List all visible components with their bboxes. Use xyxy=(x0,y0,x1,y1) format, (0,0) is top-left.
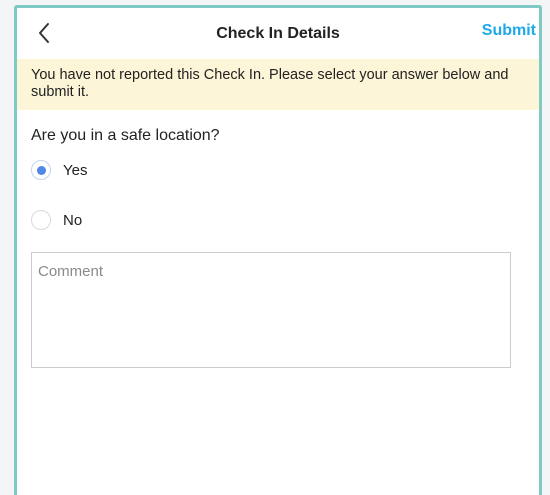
radio-option-yes[interactable]: Yes xyxy=(17,159,539,181)
radio-button-checked[interactable] xyxy=(31,160,51,180)
radio-label-no: No xyxy=(63,211,83,229)
navigation-bar: Check In Details Submit xyxy=(17,8,539,59)
question-text: Are you in a safe location? xyxy=(31,127,220,144)
submit-button[interactable]: Submit xyxy=(482,22,536,40)
device-frame: Check In Details Submit You have not rep… xyxy=(14,5,542,495)
radio-option-no[interactable]: No xyxy=(17,209,539,231)
radio-button-unchecked[interactable] xyxy=(31,210,51,230)
radio-label-yes: Yes xyxy=(63,161,88,179)
page-title: Check In Details xyxy=(216,24,340,42)
unreported-notice-banner: You have not reported this Check In. Ple… xyxy=(17,59,539,110)
comment-input[interactable] xyxy=(31,252,511,368)
back-button[interactable] xyxy=(29,18,59,48)
chevron-left-icon xyxy=(39,23,49,43)
radio-dot-icon xyxy=(36,165,46,175)
